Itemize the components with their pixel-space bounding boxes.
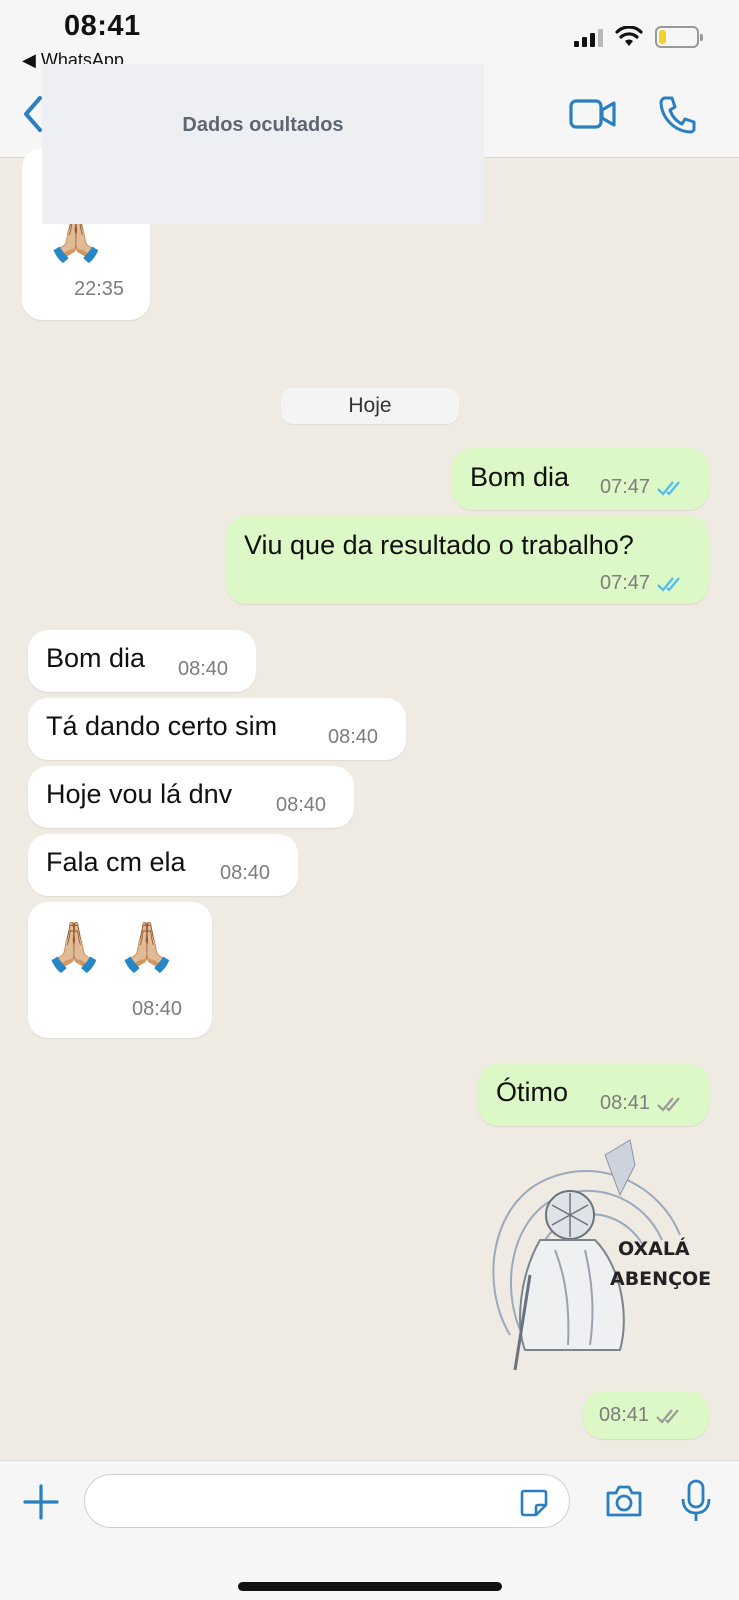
message-input[interactable] [84, 1474, 570, 1528]
date-divider: Hoje [281, 388, 459, 424]
home-indicator[interactable] [238, 1582, 502, 1591]
message-time: 08:40 [178, 658, 229, 680]
message-bubble-incoming[interactable]: Hoje vou lá dnv 08:40 [28, 766, 354, 828]
message-time: 08:41 [600, 1092, 686, 1115]
phone-icon[interactable] [654, 94, 704, 134]
message-time: 07:47 [600, 572, 686, 595]
message-time: 08:41 [599, 1404, 685, 1427]
hidden-label: Dados ocultados [182, 113, 344, 136]
hidden-contact-info: Dados ocultados [42, 64, 484, 224]
message-text: Bom dia [470, 462, 570, 492]
message-composer [0, 1460, 739, 1600]
message-time: 08:40 [328, 726, 379, 748]
message-time: 08:40 [276, 794, 327, 816]
delivered-receipt-icon [656, 1408, 679, 1424]
message-bubble-incoming[interactable]: Bom dia 08:40 [28, 630, 256, 692]
sticker-text-line1: OXALÁ [618, 1237, 690, 1260]
message-text: Fala cm ela [46, 847, 186, 877]
wifi-icon [615, 26, 643, 46]
read-receipt-icon [657, 480, 680, 496]
signal-icon [574, 27, 603, 47]
message-time: 07:47 [600, 476, 686, 499]
sticker-icon[interactable] [518, 1487, 550, 1519]
sticker-text-line2: ABENÇOE [610, 1268, 711, 1290]
message-text: Tá dando certo sim [46, 711, 278, 741]
read-receipt-icon [657, 576, 680, 592]
message-text: Bom dia [46, 643, 146, 673]
plus-icon[interactable] [22, 1483, 60, 1521]
message-bubble-outgoing[interactable]: Bom dia 07:47 [452, 448, 709, 510]
message-bubble-outgoing[interactable]: Viu que da resultado o trabalho? 07:47 [226, 516, 709, 604]
video-call-icon[interactable] [568, 94, 618, 134]
oxala-sticker-image[interactable]: OXALÁ ABENÇOE [470, 1135, 720, 1385]
message-bubble-incoming[interactable]: Tá dando certo sim 08:40 [28, 698, 406, 760]
message-text: Hoje vou lá dnv [46, 779, 233, 809]
chat-area: 🙏🏼 22:35 Hoje Bom dia 07:47 Viu que da r… [0, 148, 739, 1460]
message-time: 22:35 [74, 278, 125, 300]
message-text: Viu que da resultado o trabalho? [244, 530, 634, 560]
message-bubble-outgoing[interactable]: Ótimo 08:41 [478, 1064, 709, 1126]
status-icons [574, 26, 703, 48]
status-bar: 08:41 ◀ WhatsApp [0, 0, 739, 70]
emoji: 🙏🏼 🙏🏼 [44, 921, 177, 974]
sticker-time-bubble: 08:41 [583, 1391, 709, 1439]
message-bubble-incoming[interactable]: 🙏🏼 🙏🏼 08:40 [28, 902, 212, 1038]
message-bubble-incoming[interactable]: Fala cm ela 08:40 [28, 834, 298, 896]
message-time: 08:40 [220, 862, 271, 884]
status-time: 08:41 [64, 10, 141, 42]
microphone-icon[interactable] [680, 1479, 712, 1523]
message-text: Ótimo [496, 1077, 569, 1107]
battery-icon [655, 26, 703, 48]
message-time: 08:40 [132, 998, 183, 1020]
camera-icon[interactable] [604, 1483, 644, 1519]
delivered-receipt-icon [657, 1096, 680, 1112]
